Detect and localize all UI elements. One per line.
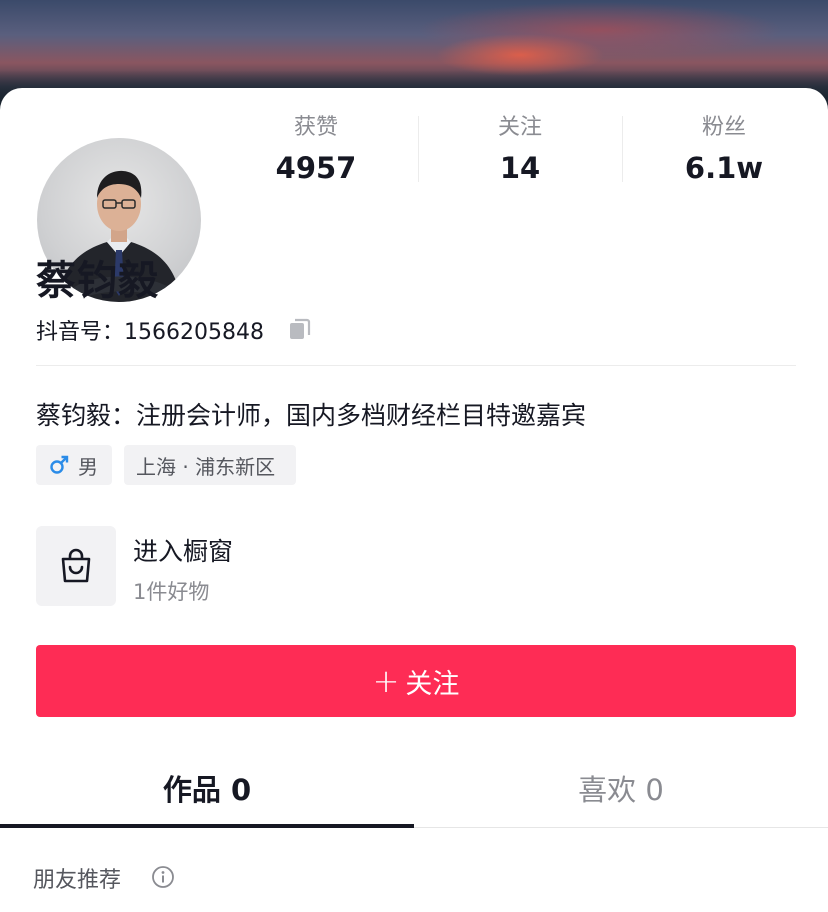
- stat-following[interactable]: 关注 14: [418, 108, 622, 188]
- stat-following-label: 关注: [497, 115, 542, 140]
- stat-likes[interactable]: 获赞 4957: [214, 108, 418, 188]
- tab-works[interactable]: 作品 0: [0, 770, 414, 810]
- copy-icon[interactable]: [287, 316, 313, 342]
- gender-tag: 男: [36, 445, 112, 485]
- location-tag: 上海 · 浦东新区: [124, 445, 296, 485]
- profile-stats: 获赞 4957 关注 14 粉丝 6.1w: [214, 108, 828, 198]
- tab-active-indicator: [0, 824, 414, 828]
- section-divider: [36, 365, 796, 366]
- shop-title[interactable]: 进入橱窗: [133, 532, 233, 568]
- stat-likes-value: 4957: [275, 151, 357, 185]
- stat-following-value: 14: [499, 151, 541, 185]
- stat-followers-label: 粉丝: [701, 115, 746, 140]
- profile-bio: 蔡钧毅：注册会计师，国内多档财经栏目特邀嘉宾: [36, 401, 587, 430]
- male-icon: [50, 455, 69, 474]
- location-label: 上海 · 浦东新区: [136, 454, 276, 479]
- stat-likes-label: 获赞: [293, 115, 338, 140]
- friends-recommend-title: 朋友推荐: [33, 868, 122, 893]
- follow-label: 关注: [405, 668, 460, 700]
- tab-likes[interactable]: 喜欢 0: [414, 770, 828, 810]
- info-icon[interactable]: [151, 865, 175, 889]
- stat-followers-value: 6.1w: [684, 151, 764, 185]
- gender-label: 男: [78, 454, 98, 479]
- follow-button[interactable]: + 关注: [36, 645, 796, 717]
- shop-subtitle: 1件好物: [133, 580, 210, 604]
- shopping-bag-icon: [61, 548, 91, 583]
- stat-followers[interactable]: 粉丝 6.1w: [622, 108, 826, 188]
- profile-name: 蔡钧毅: [36, 258, 159, 304]
- account-id: 抖音号：1566205848: [36, 320, 264, 345]
- plus-icon: +: [372, 662, 400, 700]
- shop-entry[interactable]: [36, 526, 116, 606]
